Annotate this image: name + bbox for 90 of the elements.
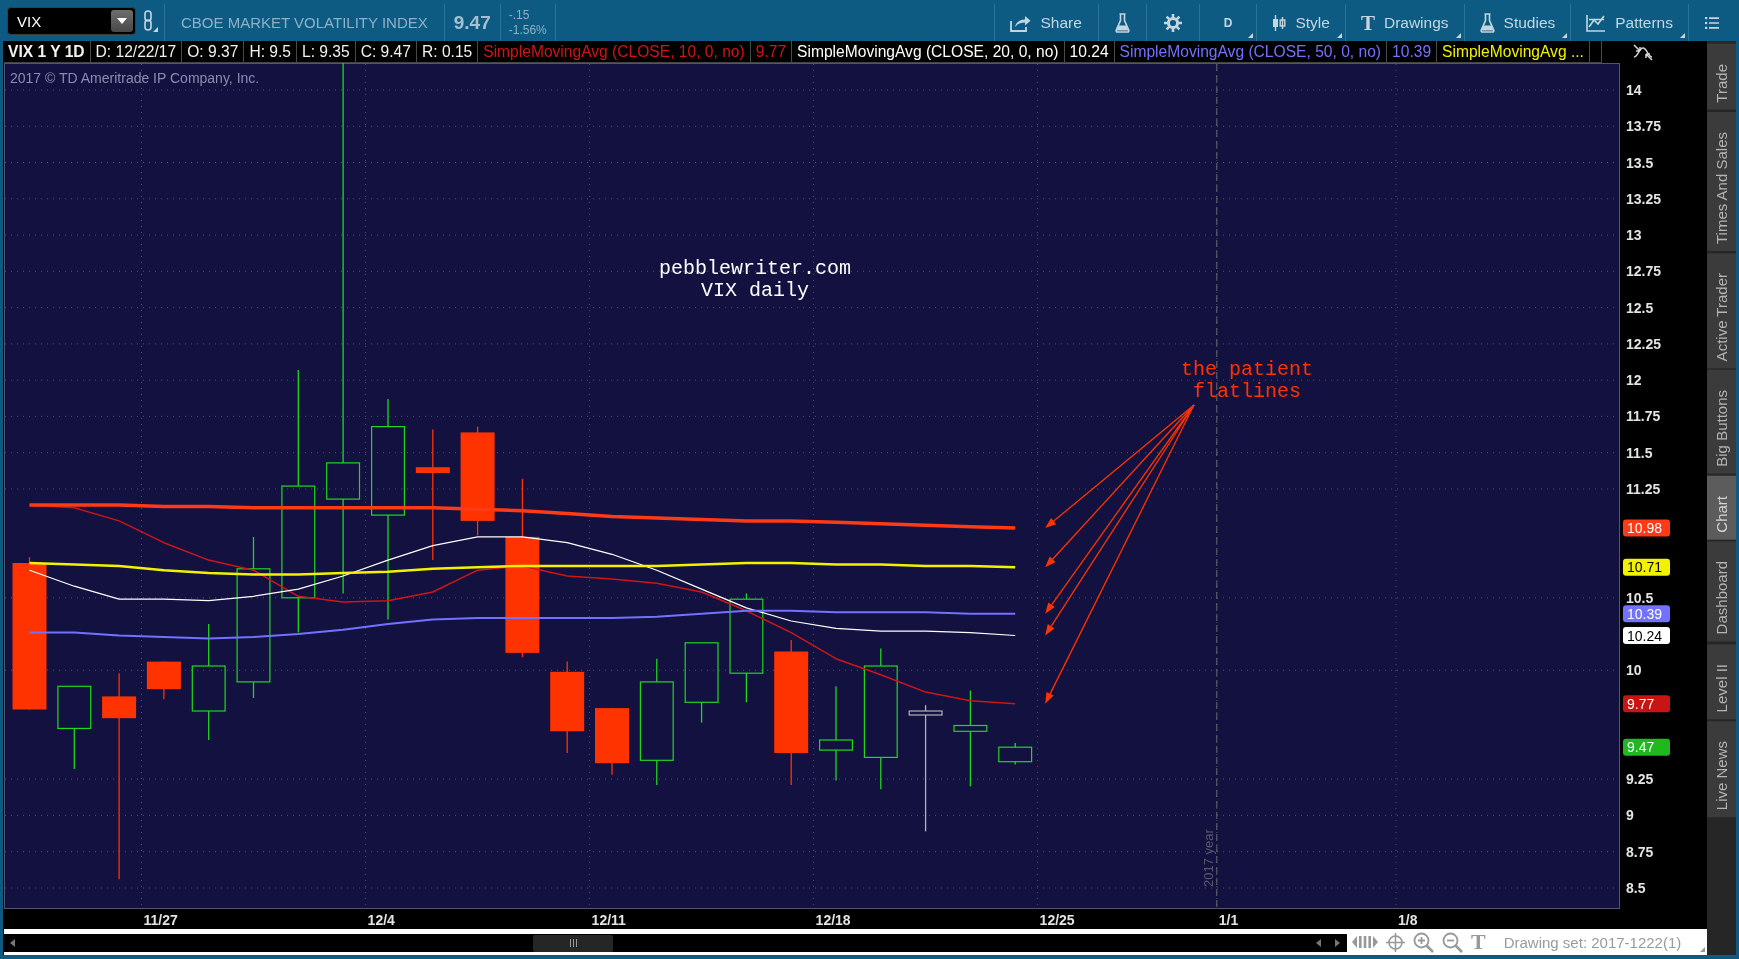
date-label: 12/11 (591, 912, 626, 928)
price-label: 9.25 (1626, 771, 1654, 788)
side-tab[interactable]: Live News (1707, 721, 1736, 818)
chart-annotation: flatlines (1193, 380, 1301, 403)
price-label: 12 (1626, 372, 1642, 389)
auto-fit-icon[interactable] (1632, 43, 1654, 61)
side-tab[interactable]: Active Trader (1707, 252, 1736, 368)
side-tab[interactable]: Trade (1707, 44, 1736, 110)
price-label: 8.75 (1626, 843, 1654, 860)
price-tag: 10.98 (1623, 519, 1670, 537)
study-legend: SimpleMovingAvg (CLOSE, 10, 0, no) (478, 41, 751, 62)
candlestick (998, 742, 1033, 766)
price-label: 8.5 (1626, 880, 1646, 896)
ohlc-value: D: 12/22/17 (90, 41, 183, 62)
flask-icon (1479, 12, 1495, 33)
symbol-field[interactable]: VIX (7, 7, 136, 35)
candlestick (146, 660, 181, 700)
study-value: 9.77 (750, 41, 793, 62)
chart-annotation: the patient (1181, 358, 1313, 381)
chart-symbol-label: VIX 1 Y 1D (4, 41, 91, 62)
side-tab[interactable]: Chart (1707, 475, 1736, 540)
ohlc-value: H: 9.5 (244, 41, 297, 62)
price-label: 12.25 (1626, 335, 1662, 352)
scroll-left-icon[interactable] (1316, 939, 1321, 947)
text-tool-icon: T (1360, 12, 1375, 33)
ohlc-value: R: 0.15 (416, 41, 479, 62)
study-legend: SimpleMovingAvg (CLOSE, 50, 0, no) (1114, 41, 1388, 62)
date-label: 12/4 (367, 912, 395, 928)
menu-icon (1705, 16, 1719, 29)
date-label: 12/25 (1039, 912, 1075, 928)
scroll-right-icon[interactable] (1335, 939, 1340, 947)
price-label: 11.75 (1626, 408, 1661, 425)
price-label: 10.5 (1626, 589, 1654, 606)
study-legend: SimpleMovingAvg (CLOSE, 20, 0, no) (792, 41, 1065, 62)
price-label: 11.25 (1626, 481, 1661, 497)
price-label: 12.5 (1626, 299, 1654, 316)
ohlc-value: O: 9.37 (182, 41, 245, 62)
date-label: 12/18 (815, 912, 851, 928)
price-tag: 9.77 (1623, 695, 1670, 713)
pan-icon[interactable] (1352, 934, 1378, 950)
price-label: 9 (1626, 807, 1634, 824)
price-tag: 10.39 (1623, 605, 1670, 623)
flask-icon (1114, 12, 1130, 33)
chain-link-icon[interactable] (142, 9, 158, 32)
price-label: 13.25 (1626, 190, 1662, 207)
price-label: 13.75 (1626, 118, 1662, 135)
price-label: 12.75 (1626, 263, 1662, 280)
grip-icon (569, 939, 577, 947)
price-tag: 10.71 (1623, 558, 1670, 576)
study-value: 10.24 (1064, 41, 1115, 62)
scrollbar-thumb[interactable] (533, 934, 613, 952)
price-label: 11.5 (1626, 444, 1653, 461)
zoom-out-icon[interactable] (1442, 931, 1463, 953)
study-legend: SimpleMovingAvg ... (1437, 41, 1590, 62)
drawing-set-label[interactable]: Drawing set: 2017-1222(1) (1503, 933, 1682, 951)
study-value: 10.39 (1387, 41, 1438, 62)
side-tab[interactable]: Times And Sales (1707, 111, 1736, 251)
dropdown-corner-icon (1700, 947, 1705, 952)
settings-icon (1162, 12, 1183, 33)
price-label: 13.5 (1626, 154, 1654, 171)
text-tool-icon[interactable]: T (1471, 931, 1486, 953)
price-tag: 9.47 (1623, 738, 1670, 756)
ohlc-value: C: 9.47 (355, 41, 417, 62)
candlestick (595, 707, 629, 776)
net-change: -.15 (508, 7, 531, 23)
symbol-dropdown-button[interactable] (111, 10, 133, 32)
ohlc-value: L: 9.35 (297, 41, 356, 62)
date-label: 11/27 (143, 912, 178, 928)
copyright-text: 2017 © TD Ameritrade IP Company, Inc. (10, 70, 260, 86)
price-label: 13 (1626, 227, 1642, 244)
date-label: 1/1 (1218, 912, 1239, 928)
share-icon (1009, 13, 1032, 32)
scroll-left-icon[interactable] (10, 939, 15, 947)
horizontal-scrollbar[interactable] (4, 934, 1347, 952)
price-label: 14 (1626, 82, 1642, 98)
chart-annotation: VIX daily (701, 279, 809, 302)
price-label: 10 (1626, 662, 1642, 679)
side-tab[interactable]: Level II (1707, 643, 1736, 720)
date-label: 1/8 (1398, 912, 1418, 928)
pattern-chart-icon (1586, 13, 1607, 32)
price-tag: 10.24 (1623, 627, 1670, 644)
chart-annotation: pebblewriter.com (659, 257, 851, 280)
crosshair-icon[interactable] (1386, 932, 1405, 952)
side-tab[interactable]: Dashboard (1707, 541, 1736, 642)
year-label: 2017 year (1200, 829, 1216, 887)
zoom-in-icon[interactable] (1413, 931, 1434, 953)
percent-change: -1.56% (508, 22, 547, 38)
side-tab[interactable]: Big Buttons (1707, 370, 1736, 474)
candlestick-icon (1272, 13, 1287, 32)
caret-down-icon (117, 18, 127, 24)
